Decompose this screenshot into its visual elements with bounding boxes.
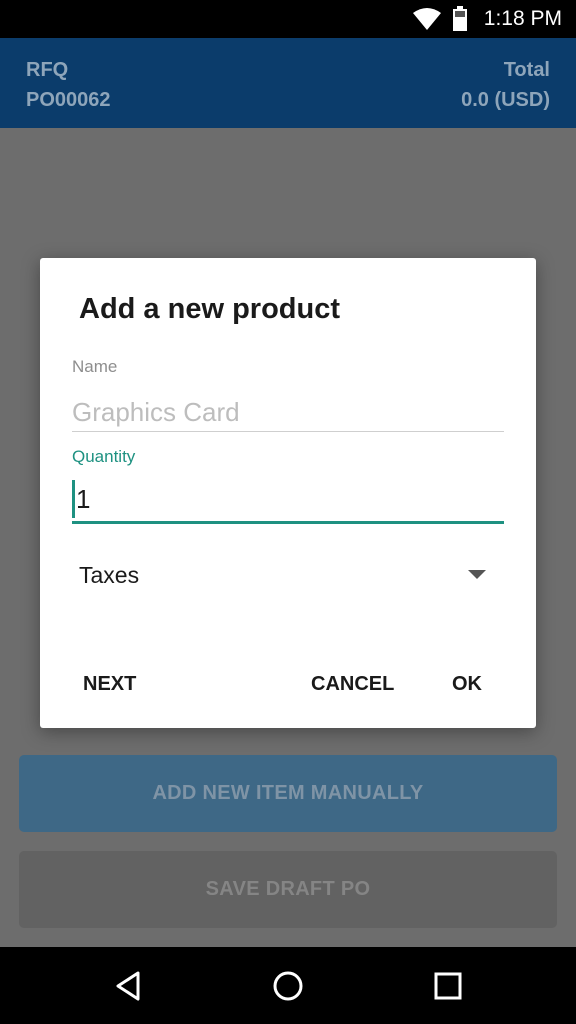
rfq-label: RFQ [26,59,69,81]
next-button[interactable]: NEXT [71,658,148,710]
add-new-item-button: ADD NEW ITEM MANUALLY [19,755,557,832]
taxes-dropdown[interactable]: Taxes [70,546,506,602]
taxes-label: Taxes [79,562,140,588]
quantity-value: 1 [76,484,91,514]
name-input[interactable] [72,394,504,432]
dialog-title: Add a new product [79,293,340,325]
cancel-button[interactable]: CANCEL [299,658,406,710]
status-bar: 1:18 PM [0,0,576,38]
home-icon[interactable] [270,968,306,1004]
ok-button[interactable]: OK [440,658,494,710]
name-label: Name [72,357,118,376]
save-draft-button: SAVE DRAFT PO [19,851,557,928]
rfq-number: PO00062 [26,89,111,111]
back-icon[interactable] [110,968,146,1004]
quantity-label: Quantity [72,447,136,466]
battery-icon [453,6,467,31]
text-cursor [72,480,75,518]
clock: 1:18 PM [483,7,562,30]
total-label: Total [503,59,550,81]
navigation-bar [0,947,576,1024]
total-amount: 0.0 (USD) [461,89,550,111]
dropdown-arrow-icon [468,570,486,579]
add-product-dialog: Add a new product Name Quantity 1 Taxes … [40,258,536,728]
recents-icon[interactable] [430,968,466,1004]
wifi-icon [413,8,441,30]
quantity-input[interactable]: 1 [72,480,504,524]
app-header: RFQ PO00062 Total 0.0 (USD) [0,38,576,128]
